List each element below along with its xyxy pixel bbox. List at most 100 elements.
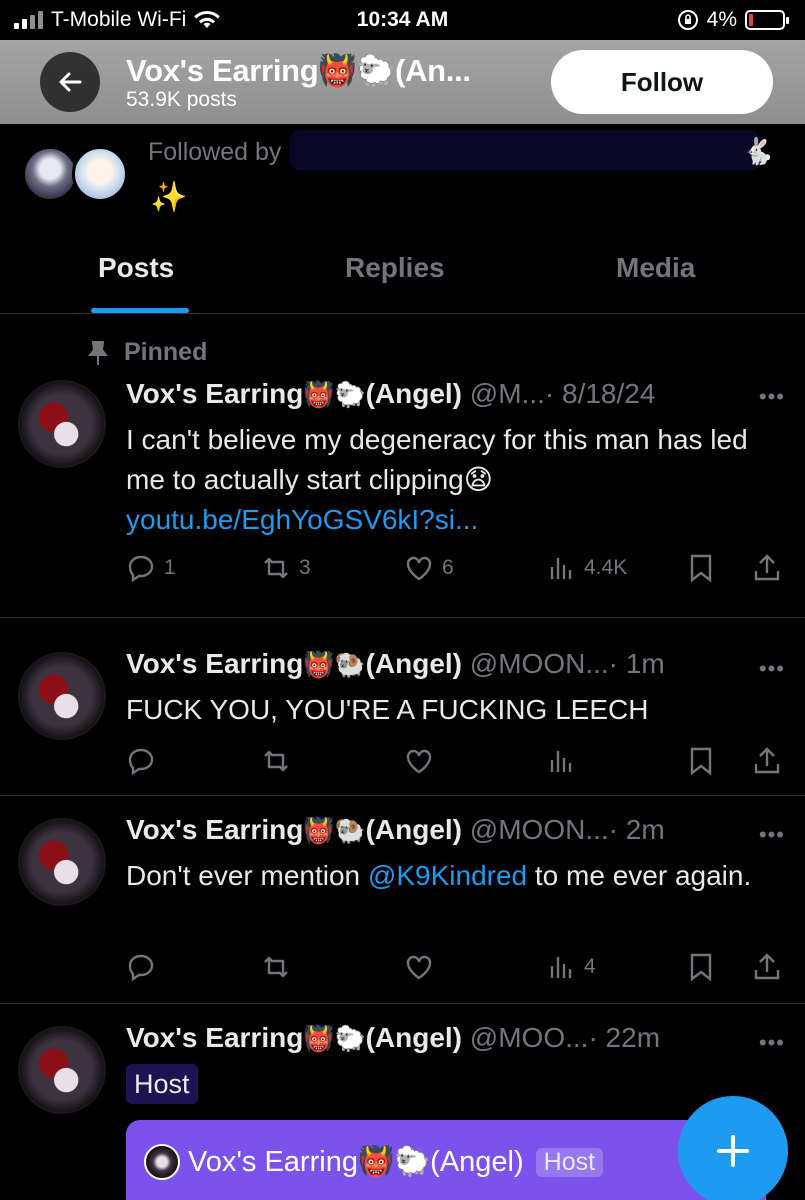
post-text: FUCK YOU, YOU'RE A FUCKING LEECH	[126, 694, 649, 725]
space-host-badge: Host	[535, 1147, 604, 1177]
post-header: Vox's Earring👹🐏(Angel) @MOON...· 1m	[126, 648, 665, 680]
reply-icon	[128, 748, 154, 776]
name-emoji: 👹🐑	[303, 381, 366, 409]
follower-avatar-2[interactable]	[72, 146, 128, 202]
tab-media[interactable]: Media	[616, 252, 695, 284]
views-button[interactable]: 4.4K	[546, 553, 627, 583]
reply-button[interactable]	[126, 952, 156, 982]
name-emoji: 👹🐏	[303, 817, 366, 845]
bookmark-icon	[690, 554, 712, 583]
share-button[interactable]	[752, 952, 782, 982]
more-options-icon[interactable]: •••	[759, 822, 785, 848]
share-button[interactable]	[752, 553, 782, 583]
bunny-icon: 🐇	[742, 136, 775, 166]
views-icon	[550, 751, 572, 772]
name-tag[interactable]: (Angel)	[366, 814, 462, 845]
reply-button[interactable]	[126, 746, 156, 776]
followed-by-label[interactable]: Followed by	[148, 138, 281, 167]
redacted-names	[290, 130, 760, 170]
display-name[interactable]: Vox's Earring	[126, 378, 303, 409]
heart-icon	[406, 749, 432, 774]
pinned-label: Pinned	[86, 338, 207, 367]
share-button[interactable]	[752, 746, 782, 776]
name-tag[interactable]: (Angel)	[366, 378, 462, 409]
name-tag[interactable]: (Angel)	[366, 648, 462, 679]
bookmark-button[interactable]	[686, 952, 716, 982]
follow-button[interactable]: Follow	[551, 50, 773, 114]
repost-icon	[264, 750, 288, 772]
avatar[interactable]	[18, 818, 106, 906]
timestamp[interactable]: · 22m	[588, 1022, 660, 1053]
orientation-lock-icon	[677, 10, 698, 30]
timestamp[interactable]: · 8/18/24	[545, 378, 656, 409]
display-name[interactable]: Vox's Earring	[126, 648, 303, 679]
handle[interactable]: @MOON...	[470, 814, 609, 845]
share-icon	[754, 747, 780, 774]
handle[interactable]: @M...	[470, 378, 545, 409]
arrow-left-icon	[59, 72, 82, 92]
active-tab-indicator	[91, 308, 189, 313]
profile-header: Vox's Earring👹🐑(An... 53.9K posts Follow	[0, 40, 805, 124]
name-tag[interactable]: (Angel)	[366, 1022, 462, 1053]
reply-icon	[128, 954, 154, 982]
post-text: Don't ever mention @K9Kindred to me ever…	[126, 860, 752, 891]
status-right: 4%	[677, 8, 789, 32]
mention-link[interactable]: @K9Kindred	[368, 860, 527, 891]
bookmark-button[interactable]	[686, 746, 716, 776]
display-name[interactable]: Vox's Earring	[126, 814, 303, 845]
sparkle-icon: ✨	[150, 181, 188, 214]
post-text: Host	[126, 1064, 776, 1104]
tab-replies[interactable]: Replies	[345, 252, 445, 284]
post-count: 53.9K posts	[126, 88, 237, 111]
avatar[interactable]	[18, 380, 106, 468]
tab-posts[interactable]: Posts	[98, 252, 174, 284]
share-icon	[754, 953, 780, 980]
repost-icon	[264, 956, 288, 978]
share-icon	[754, 554, 780, 581]
compose-button[interactable]	[678, 1096, 788, 1200]
like-button[interactable]: 6	[404, 553, 454, 583]
repost-button[interactable]	[261, 746, 291, 776]
battery-icon	[745, 10, 789, 30]
battery-percent: 4%	[706, 8, 737, 31]
like-button[interactable]	[404, 952, 434, 982]
views-button[interactable]	[546, 746, 576, 776]
post-actions	[126, 746, 786, 782]
profile-name: Vox's Earring👹🐑(An...	[126, 53, 471, 88]
repost-icon	[264, 557, 288, 579]
handle[interactable]: @MOON...	[470, 648, 609, 679]
bookmark-button[interactable]	[686, 553, 716, 583]
name-emoji: 👹🐑	[303, 1025, 366, 1053]
repost-button[interactable]	[261, 952, 291, 982]
views-icon	[550, 957, 572, 978]
back-button[interactable]	[40, 52, 100, 112]
post-header: Vox's Earring👹🐑(Angel) @MOO...· 22m	[126, 1022, 660, 1054]
post-header: Vox's Earring👹🐑(Angel) @M...· 8/18/24	[126, 378, 655, 410]
pin-icon	[87, 340, 109, 365]
display-name[interactable]: Vox's Earring	[126, 1022, 303, 1053]
repost-button[interactable]: 3	[261, 553, 311, 583]
timestamp[interactable]: · 1m	[609, 648, 665, 679]
avatar[interactable]	[18, 652, 106, 740]
post-header: Vox's Earring👹🐏(Angel) @MOON...· 2m	[126, 814, 665, 846]
views-button[interactable]: 4	[546, 952, 596, 982]
name-emoji: 👹🐏	[303, 651, 366, 679]
bookmark-icon	[690, 953, 712, 982]
timestamp[interactable]: · 2m	[609, 814, 665, 845]
heart-icon	[406, 955, 432, 980]
like-button[interactable]	[404, 746, 434, 776]
reply-button[interactable]: 1	[126, 553, 176, 583]
space-host-name: Vox's Earring👹🐑(Angel)	[188, 1146, 524, 1178]
reply-icon	[128, 555, 154, 583]
more-options-icon[interactable]: •••	[759, 656, 785, 682]
more-options-icon[interactable]: •••	[759, 384, 785, 410]
more-options-icon[interactable]: •••	[759, 1030, 785, 1056]
space-card[interactable]: Vox's Earring👹🐑(Angel) Host	[126, 1120, 766, 1200]
post-link[interactable]: youtu.be/EghYoGSV6kI?si...	[126, 504, 478, 535]
bookmark-icon	[690, 747, 712, 776]
post-actions: 1 3 6 4.4K	[126, 553, 786, 589]
follower-avatar-1[interactable]	[22, 146, 78, 202]
views-icon	[550, 558, 572, 579]
handle[interactable]: @MOO...	[470, 1022, 589, 1053]
avatar[interactable]	[18, 1026, 106, 1114]
